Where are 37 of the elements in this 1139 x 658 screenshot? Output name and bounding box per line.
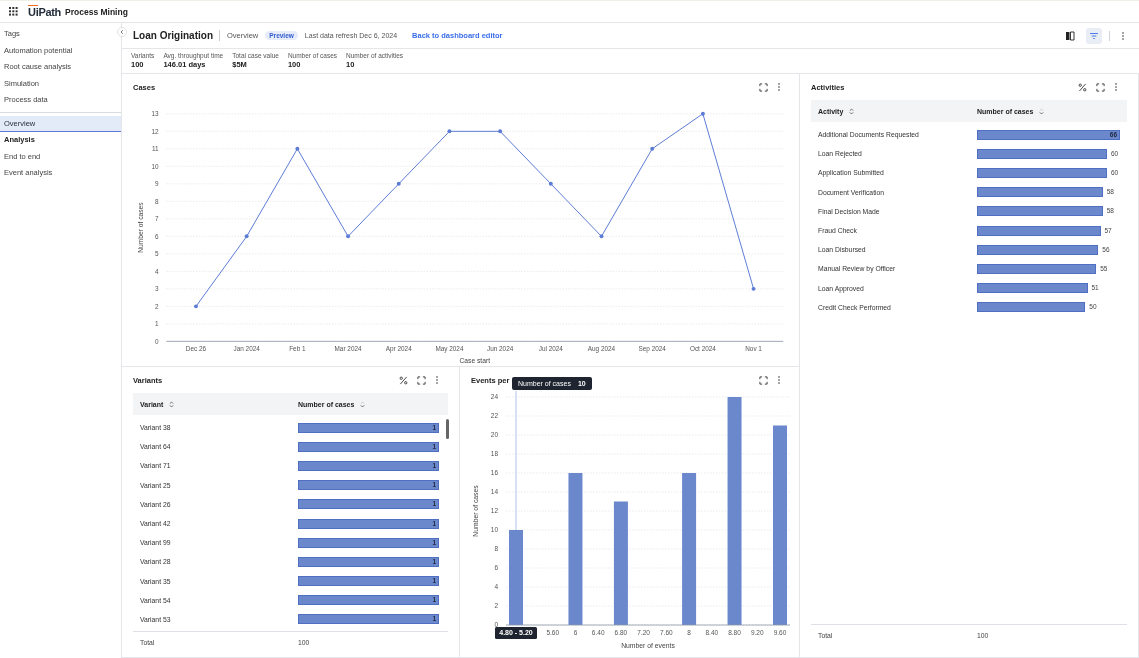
data-point	[447, 129, 452, 134]
product-name: Process Mining	[65, 6, 128, 17]
percent-icon[interactable]	[399, 375, 408, 385]
more-icon[interactable]	[777, 375, 781, 385]
data-point	[650, 146, 655, 151]
more-icon[interactable]	[1121, 30, 1125, 41]
data-point	[700, 111, 705, 116]
scrollbar[interactable]	[446, 419, 449, 439]
fullscreen-icon[interactable]	[759, 82, 768, 92]
collapse-icon[interactable]	[117, 27, 127, 37]
fullscreen-icon[interactable]	[417, 375, 426, 385]
compare-icon[interactable]	[1065, 30, 1075, 41]
data-point	[194, 304, 198, 309]
more-icon[interactable]	[1114, 82, 1118, 92]
filter-button[interactable]	[1086, 27, 1102, 44]
data-point	[548, 181, 553, 186]
more-icon[interactable]	[777, 82, 781, 92]
data-point	[295, 146, 300, 151]
logo: UiPath	[28, 5, 62, 18]
data-point	[244, 234, 249, 239]
filter-icon	[1089, 31, 1099, 40]
data-point	[346, 234, 350, 239]
dashboard-title: Loan Origination	[133, 30, 220, 41]
data-point	[751, 286, 756, 291]
sort-icon[interactable]	[169, 400, 175, 408]
apps-grid-icon[interactable]	[9, 7, 18, 16]
more-icon[interactable]	[435, 375, 439, 385]
fullscreen-icon[interactable]	[759, 375, 768, 385]
sort-icon[interactable]	[360, 400, 366, 408]
data-point	[498, 129, 503, 134]
tooltip-background	[495, 627, 537, 639]
sort-icon[interactable]	[849, 107, 855, 115]
data-point	[396, 181, 401, 186]
fullscreen-icon[interactable]	[1096, 82, 1105, 92]
percent-icon[interactable]	[1078, 82, 1087, 92]
sort-icon[interactable]	[1039, 107, 1045, 115]
data-point	[599, 234, 604, 239]
